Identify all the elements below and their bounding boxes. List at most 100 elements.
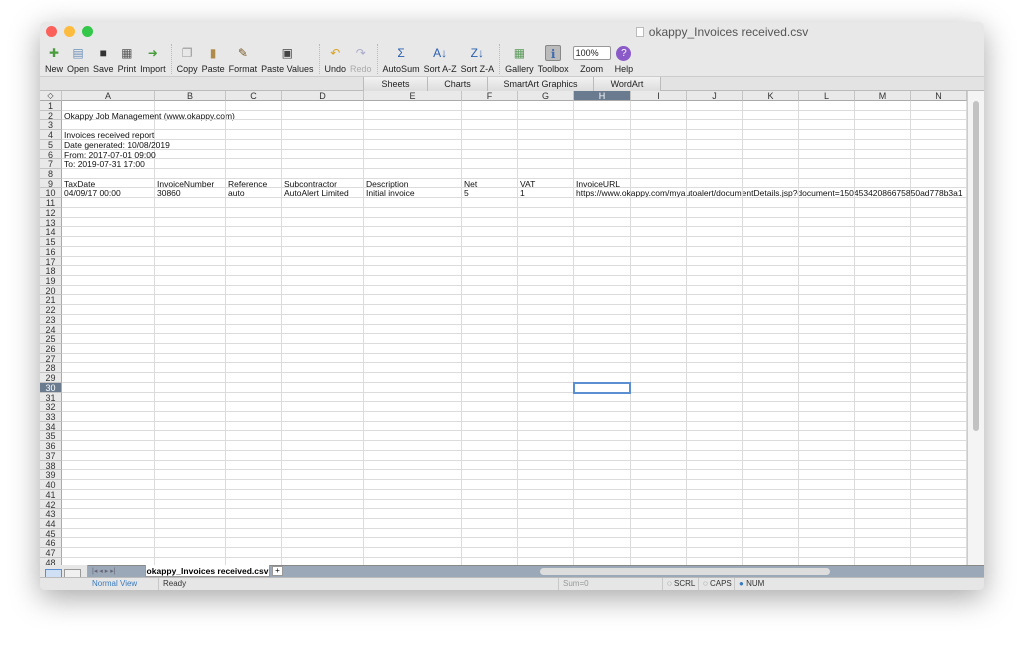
cell-E17[interactable] [364,256,462,267]
cell-M9[interactable] [855,178,911,189]
cell-E40[interactable] [364,480,462,490]
cell-E2[interactable] [364,110,462,121]
cell-H38[interactable] [574,460,631,471]
cell-K14[interactable] [743,227,799,238]
cell-B43[interactable] [155,509,226,519]
cell-F9[interactable]: Net [462,178,518,189]
cell-L19[interactable] [799,275,855,286]
cell-E7[interactable] [364,159,462,170]
cell-A2[interactable]: Okappy Job Management (www.okappy.com) [62,110,235,121]
cell-K18[interactable] [743,266,799,276]
cell-A4[interactable]: Invoices received report [62,130,155,140]
cell-K17[interactable] [743,256,799,267]
cell-N20[interactable] [911,285,967,296]
column-header-B[interactable]: B [155,91,226,101]
cell-G38[interactable] [518,460,574,471]
cell-N1[interactable] [911,101,967,111]
cell-N21[interactable] [911,295,967,306]
cell-J30[interactable] [687,382,743,393]
cell-J8[interactable] [687,169,743,179]
row-header-38[interactable]: 38 [40,460,62,470]
cell-H42[interactable] [574,499,631,510]
cell-D28[interactable] [282,363,364,374]
autosum-button[interactable]: Σ AutoSum [383,45,420,76]
cell-I41[interactable] [631,489,687,500]
cell-J46[interactable] [687,538,743,549]
cell-G21[interactable] [518,295,574,306]
cell-B32[interactable] [155,402,226,413]
cell-H43[interactable] [574,509,631,519]
column-header-C[interactable]: C [226,91,282,101]
cell-G30[interactable] [518,382,574,393]
undo-button[interactable]: ↶ Undo [325,45,347,76]
cell-K43[interactable] [743,509,799,519]
cell-M11[interactable] [855,198,911,208]
cell-L25[interactable] [799,334,855,344]
row-header-47[interactable]: 47 [40,548,62,558]
row-header-26[interactable]: 26 [40,344,62,354]
cell-B40[interactable] [155,480,226,490]
cell-B35[interactable] [155,431,226,442]
cell-F13[interactable] [462,217,518,228]
cell-C45[interactable] [226,528,282,539]
row-header-33[interactable]: 33 [40,412,62,422]
cell-B18[interactable] [155,266,226,276]
cell-D17[interactable] [282,256,364,267]
cell-C33[interactable] [226,412,282,422]
cell-C15[interactable] [226,237,282,247]
cell-A48[interactable] [62,557,155,565]
cell-L6[interactable] [799,149,855,160]
cell-I32[interactable] [631,402,687,413]
cell-N36[interactable] [911,441,967,451]
cell-C17[interactable] [226,256,282,267]
cell-G22[interactable] [518,305,574,315]
cell-K20[interactable] [743,285,799,296]
row-header-1[interactable]: 1 [40,101,62,111]
row-header-29[interactable]: 29 [40,373,62,383]
cell-D46[interactable] [282,538,364,549]
cell-M15[interactable] [855,237,911,247]
cell-M7[interactable] [855,159,911,170]
cell-D4[interactable] [282,130,364,140]
cell-F41[interactable] [462,489,518,500]
cell-C6[interactable] [226,149,282,160]
cell-J17[interactable] [687,256,743,267]
cell-J25[interactable] [687,334,743,344]
cell-C22[interactable] [226,305,282,315]
cell-N3[interactable] [911,120,967,131]
cell-J31[interactable] [687,392,743,403]
cell-K23[interactable] [743,314,799,325]
paste-button[interactable]: ▮ Paste [202,45,225,76]
cell-L2[interactable] [799,110,855,121]
cell-K39[interactable] [743,470,799,481]
cell-C9[interactable]: Reference [226,178,282,189]
cell-G24[interactable] [518,324,574,335]
cell-G41[interactable] [518,489,574,500]
cell-E44[interactable] [364,518,462,529]
cell-M8[interactable] [855,169,911,179]
cell-D42[interactable] [282,499,364,510]
column-header-E[interactable]: E [364,91,462,101]
cell-M2[interactable] [855,110,911,121]
column-header-M[interactable]: M [855,91,911,101]
cell-M37[interactable] [855,450,911,461]
cell-I40[interactable] [631,480,687,490]
cell-N7[interactable] [911,159,967,170]
cell-I35[interactable] [631,431,687,442]
cell-N22[interactable] [911,305,967,315]
cell-G45[interactable] [518,528,574,539]
cell-F6[interactable] [462,149,518,160]
cell-M31[interactable] [855,392,911,403]
cell-F27[interactable] [462,353,518,364]
cell-E14[interactable] [364,227,462,238]
cell-A35[interactable] [62,431,155,442]
cell-L11[interactable] [799,198,855,208]
cell-A45[interactable] [62,528,155,539]
cell-E5[interactable] [364,139,462,150]
cell-C40[interactable] [226,480,282,490]
cell-D16[interactable] [282,246,364,257]
cell-I25[interactable] [631,334,687,344]
cell-L39[interactable] [799,470,855,481]
cell-I44[interactable] [631,518,687,529]
cell-H40[interactable] [574,480,631,490]
